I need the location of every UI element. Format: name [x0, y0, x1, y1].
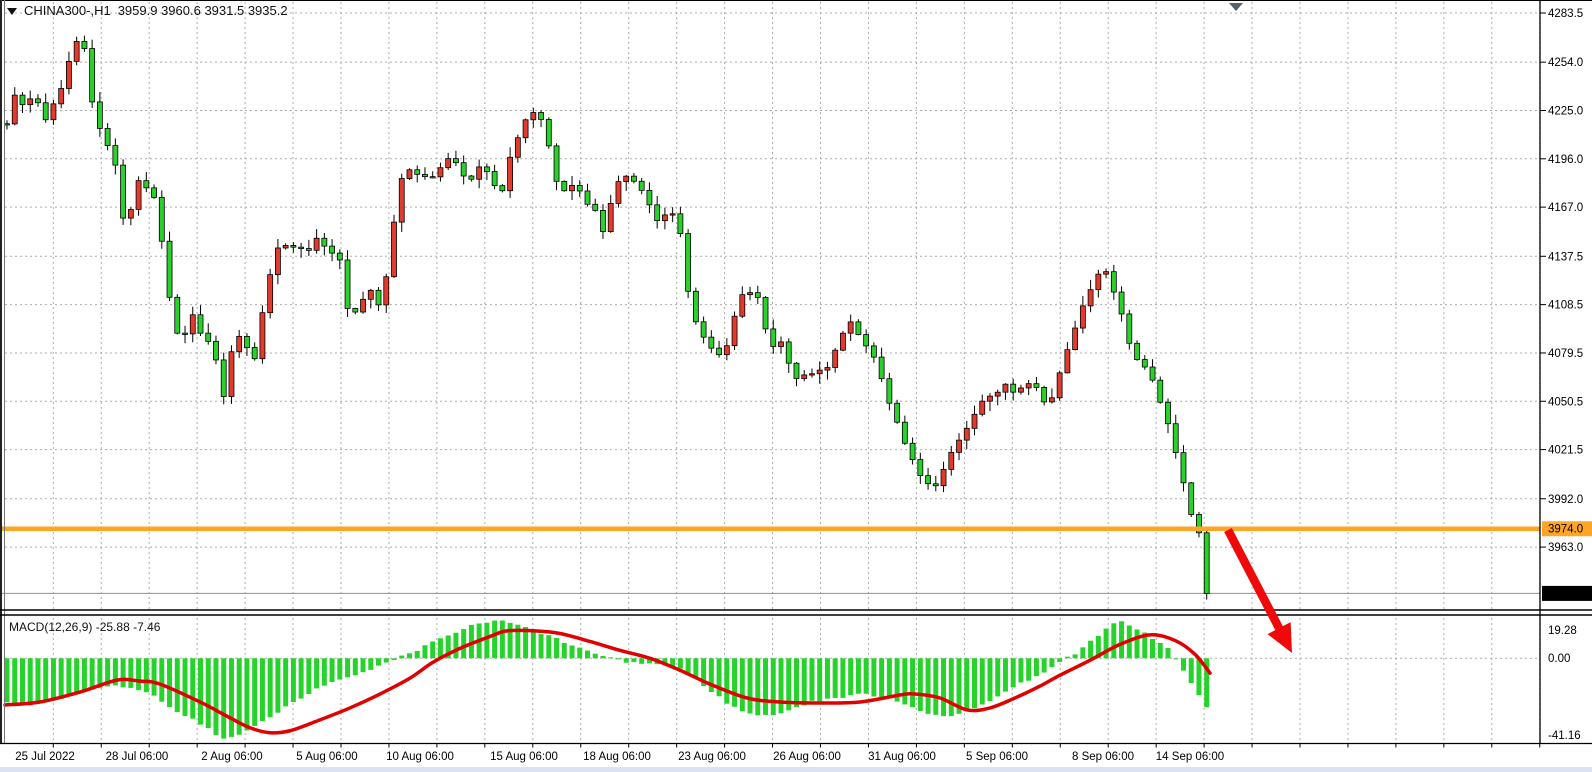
hline-price-tag-label: 3974.0: [1548, 524, 1583, 536]
price-axis-label: 4050.5: [1548, 396, 1583, 408]
time-axis-label: 23 Aug 06:00: [678, 751, 746, 763]
ohlc-quote-label: 3959.9 3960.6 3931.5 3935.2: [118, 3, 288, 18]
price-axis-label: 4254.0: [1548, 57, 1583, 69]
time-axis-label: 8 Sep 06:00: [1072, 751, 1134, 763]
price-axis-label: 4196.0: [1548, 154, 1583, 166]
time-axis-label: 28 Jul 06:00: [106, 751, 169, 763]
price-axis-label: 4283.5: [1548, 8, 1583, 20]
price-axis-label: 4079.5: [1548, 348, 1583, 360]
time-axis-label: 26 Aug 06:00: [773, 751, 841, 763]
price-axis-label: 4225.0: [1548, 105, 1583, 117]
macd-pane[interactable]: [5, 621, 1211, 739]
macd-name-label: MACD(12,26,9): [9, 620, 92, 634]
price-axis-label: 4167.0: [1548, 202, 1583, 214]
price-axis[interactable]: 4283.5 4254.0 4225.0 4196.0 4167.0 4137.5 4108…: [1540, 8, 1592, 742]
current-price-tag-label: 3935.2: [1548, 588, 1583, 600]
time-axis-label: 25 Jul 2022: [15, 751, 74, 763]
chart-canvas[interactable]: 4283.5 4254.0 4225.0 4196.0 4167.0 4137.5 4108…: [0, 0, 1592, 772]
price-axis-label: 4108.5: [1548, 300, 1583, 312]
time-axis-label: 10 Aug 06:00: [386, 751, 454, 763]
time-axis-label: 18 Aug 06:00: [583, 751, 651, 763]
price-axis-label: 4137.5: [1548, 251, 1583, 263]
time-axis-label: 5 Aug 06:00: [296, 751, 357, 763]
candles: [5, 36, 1210, 600]
time-axis-label: 31 Aug 06:00: [868, 751, 936, 763]
window-bottom-edge: [0, 767, 1592, 772]
time-axis-label: 5 Sep 06:00: [966, 751, 1028, 763]
macd-indicator-label: MACD(12,26,9) -25.88 -7.46: [9, 620, 160, 634]
macd-axis-label: -41.16: [1548, 730, 1581, 742]
chart-shift-marker-icon[interactable]: [1229, 3, 1243, 11]
price-axis-label: 3992.0: [1548, 494, 1583, 506]
price-axis-label: 3963.0: [1548, 542, 1583, 554]
time-axis-label: 2 Aug 06:00: [201, 751, 262, 763]
macd-values-label: -25.88 -7.46: [96, 620, 161, 634]
time-axis-label: 15 Aug 06:00: [490, 751, 558, 763]
macd-axis-label: 19.28: [1548, 625, 1577, 637]
macd-axis-label: 0.00: [1548, 653, 1570, 665]
symbol-dropdown-icon: [7, 8, 17, 15]
chart-title: CHINA300-,H1 3959.9 3960.6 3931.5 3935.2: [7, 3, 288, 18]
down-arrow-object[interactable]: [1228, 530, 1292, 653]
symbol-timeframe-label: CHINA300-,H1: [24, 3, 111, 18]
time-axis-label: 14 Sep 06:00: [1156, 751, 1224, 763]
chart-window: 4283.5 4254.0 4225.0 4196.0 4167.0 4137.5 4108…: [0, 0, 1592, 772]
time-axis[interactable]: 25 Jul 2022 28 Jul 06:00 2 Aug 06:00 5 Aug …: [15, 744, 1539, 764]
price-axis-label: 4021.5: [1548, 445, 1583, 457]
